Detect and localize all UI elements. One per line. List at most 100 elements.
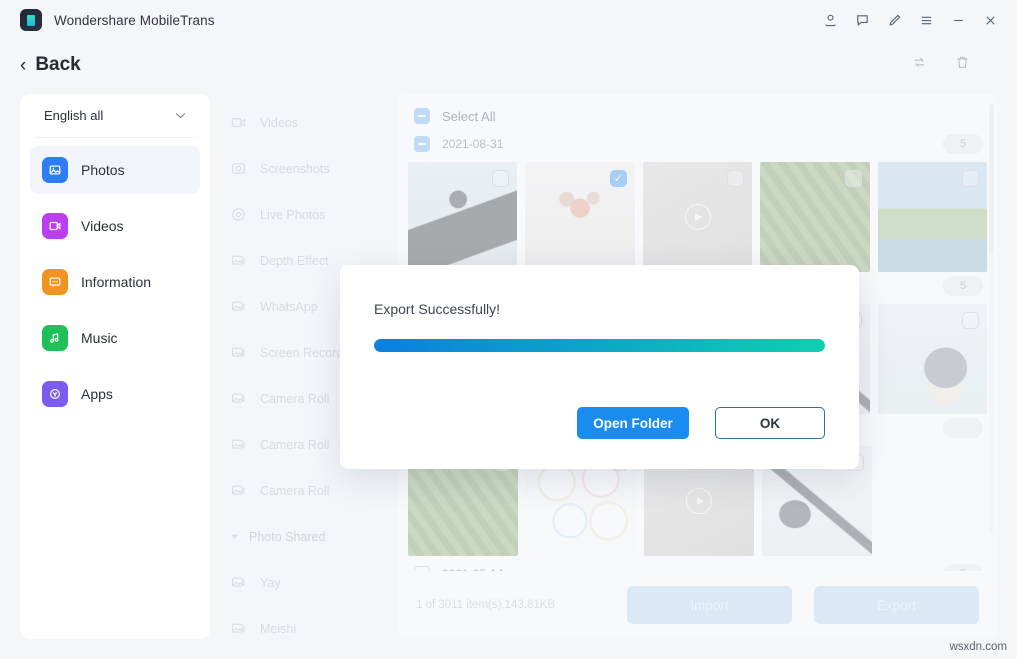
- footer-actions: Import Export: [627, 586, 979, 624]
- select-all-row[interactable]: Select All: [408, 102, 997, 130]
- back-bar: ‹ Back: [0, 40, 1017, 90]
- refresh-icon[interactable]: [911, 54, 928, 76]
- play-icon[interactable]: [685, 204, 711, 230]
- album-item-label: Screenshots: [260, 162, 329, 176]
- photo-album-icon: [230, 482, 248, 500]
- selection-header: Select All 2021-08-31 5: [398, 94, 997, 158]
- sidebar-item-label: Information: [81, 274, 151, 290]
- album-item-label: Camera Roll: [260, 484, 329, 498]
- delete-icon[interactable]: [954, 54, 971, 76]
- album-item[interactable]: Videos: [215, 100, 395, 146]
- thumbnail-row: ✓: [398, 158, 997, 272]
- album-item-label: Meishi: [260, 622, 296, 636]
- album-item-label: Depth Effect: [260, 254, 329, 268]
- thumbnail[interactable]: [643, 162, 752, 272]
- photo-album-icon: [230, 436, 248, 454]
- apps-icon: [42, 381, 68, 407]
- select-all-label: Select All: [442, 109, 495, 124]
- album-item-label: Camera Roll: [260, 438, 329, 452]
- app-title: Wondershare MobileTrans: [54, 13, 215, 28]
- sidebar-item-label: Apps: [81, 386, 113, 402]
- thumbnail[interactable]: [408, 162, 517, 272]
- date-group-badge: 5: [943, 134, 983, 154]
- information-icon: [42, 269, 68, 295]
- language-select[interactable]: English all: [34, 94, 196, 138]
- import-button[interactable]: Import: [627, 586, 792, 624]
- album-item[interactable]: Yay: [215, 560, 395, 606]
- progress-bar: [374, 339, 825, 352]
- menu-icon[interactable]: [911, 5, 941, 35]
- sidebar-item-apps[interactable]: Apps: [30, 370, 200, 418]
- back-bar-tools: [911, 54, 971, 76]
- select-all-checkbox[interactable]: [414, 108, 430, 124]
- photo-album-icon: [230, 390, 248, 408]
- photos-icon: [42, 157, 68, 183]
- screenshot-album-icon: [230, 160, 248, 178]
- minimize-icon[interactable]: [943, 5, 973, 35]
- album-item-label: Videos: [260, 116, 298, 130]
- thumbnail-checkbox[interactable]: ✓: [610, 170, 627, 187]
- photo-album-icon: [230, 344, 248, 362]
- album-item[interactable]: Camera Roll: [215, 468, 395, 514]
- dialog-title: Export Successfully!: [374, 301, 825, 317]
- album-item[interactable]: Screenshots: [215, 146, 395, 192]
- content-scrollbar[interactable]: [989, 104, 994, 534]
- thumbnail[interactable]: [878, 162, 987, 272]
- album-item-label: Live Photos: [260, 208, 325, 222]
- edit-icon[interactable]: [879, 5, 909, 35]
- date-group-checkbox[interactable]: [414, 136, 430, 152]
- date-group-badge: [943, 418, 983, 438]
- album-item[interactable]: Meishi: [215, 606, 395, 652]
- feedback-icon[interactable]: [847, 5, 877, 35]
- status-text: 1 of 3011 item(s),143.81KB: [416, 599, 555, 611]
- sidebar-item-information[interactable]: Information: [30, 258, 200, 306]
- thumbnail-checkbox[interactable]: [845, 170, 862, 187]
- language-label: English all: [44, 108, 103, 123]
- close-icon[interactable]: [975, 5, 1005, 35]
- thumbnail[interactable]: [760, 162, 869, 272]
- window-controls: [815, 5, 1005, 35]
- album-item-label: Yay: [260, 576, 281, 590]
- back-button[interactable]: ‹ Back: [20, 54, 81, 76]
- thumbnail[interactable]: ✓: [525, 162, 634, 272]
- date-group-badge: 5: [943, 276, 983, 296]
- watermark: wsxdn.com: [949, 641, 1007, 653]
- photo-album-icon: [230, 620, 248, 638]
- album-item[interactable]: Live Photos: [215, 192, 395, 238]
- title-bar: Wondershare MobileTrans: [0, 0, 1017, 40]
- thumbnail-checkbox[interactable]: [962, 170, 979, 187]
- sidebar-item-videos[interactable]: Videos: [30, 202, 200, 250]
- photo-album-icon: [230, 574, 248, 592]
- thumbnail-checkbox[interactable]: [962, 312, 979, 329]
- date-group-label: 2021-08-31: [442, 137, 503, 151]
- sidebar-item-label: Music: [81, 330, 118, 346]
- sidebar-item-label: Videos: [81, 218, 124, 234]
- account-icon[interactable]: [815, 5, 845, 35]
- sidebar-item-photos[interactable]: Photos: [30, 146, 200, 194]
- thumbnail-checkbox[interactable]: [492, 170, 509, 187]
- play-icon[interactable]: [686, 488, 712, 514]
- export-button[interactable]: Export: [814, 586, 979, 624]
- album-item-label: WhatsApp: [260, 300, 318, 314]
- export-success-dialog: Export Successfully! Open Folder OK: [340, 265, 859, 469]
- videos-icon: [42, 213, 68, 239]
- thumbnail-checkbox[interactable]: [727, 170, 744, 187]
- mobiletrans-logo-icon: [20, 9, 42, 31]
- chevron-left-icon: ‹: [20, 56, 26, 75]
- ok-button[interactable]: OK: [715, 407, 825, 439]
- album-item[interactable]: Photo Shared: [215, 514, 395, 560]
- chevron-down-icon: [175, 110, 186, 122]
- sidebar-nav: Photos Videos Information Music Apps: [30, 138, 200, 418]
- date-group-row[interactable]: 2021-08-31 5: [408, 130, 997, 158]
- open-folder-button[interactable]: Open Folder: [577, 407, 689, 439]
- thumbnail[interactable]: [878, 304, 987, 414]
- photo-album-icon: [230, 252, 248, 270]
- video-album-icon: [230, 114, 248, 132]
- caret-down-icon: [232, 535, 238, 540]
- music-icon: [42, 325, 68, 351]
- album-item-label: Camera Roll: [260, 392, 329, 406]
- footer-bar: 1 of 3011 item(s),143.81KB Import Export: [398, 571, 997, 639]
- album-item-label: Photo Shared: [249, 530, 325, 544]
- photo-album-icon: [230, 298, 248, 316]
- sidebar-item-music[interactable]: Music: [30, 314, 200, 362]
